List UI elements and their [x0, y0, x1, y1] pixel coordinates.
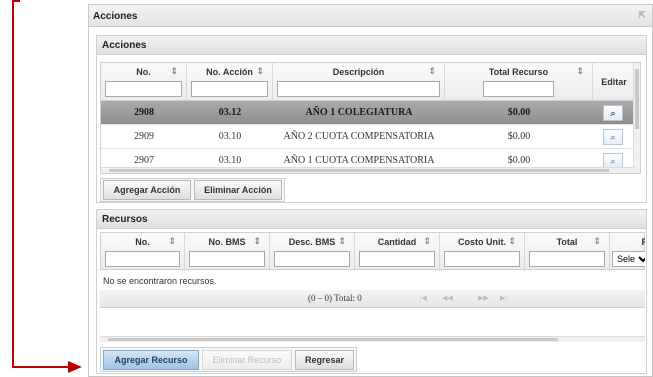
filter-input-no[interactable]	[105, 81, 182, 97]
filter-input-costo-unit[interactable]	[444, 251, 520, 267]
column-header-no-bms[interactable]: No. BMS ⇕	[185, 233, 270, 271]
sort-icon[interactable]: ⇕	[253, 236, 261, 247]
eliminar-recurso-button[interactable]: Eliminar Recurso	[202, 350, 292, 370]
acciones-table: No. ⇕ No. Acción ⇕ Descripción ⇕ Total R…	[100, 62, 641, 174]
scrollbar-thumb[interactable]	[109, 169, 609, 172]
agregar-accion-button[interactable]: Agregar Acción	[103, 180, 191, 200]
acciones-vertical-scrollbar[interactable]	[633, 63, 640, 173]
sort-icon[interactable]: ⇕	[168, 236, 176, 247]
column-header-descripcion[interactable]: Descripción ⇕	[273, 63, 445, 101]
table-row[interactable]: 2909 03.10 AÑO 2 CUOTA COMPENSATORIA $0.…	[101, 125, 635, 149]
empty-message: No se encontraron recursos.	[103, 276, 217, 286]
column-header-total[interactable]: Total ⇕	[525, 233, 610, 271]
recursos-table-header: No. ⇕ No. BMS ⇕ Desc. BMS ⇕ Cantidad ⇕ C…	[100, 232, 645, 271]
scrollbar-thumb[interactable]	[635, 69, 639, 129]
acciones-horizontal-scrollbar[interactable]	[101, 167, 635, 173]
eliminar-accion-button[interactable]: Eliminar Acción	[194, 180, 282, 200]
acciones-table-header: No. ⇕ No. Acción ⇕ Descripción ⇕ Total R…	[101, 63, 635, 101]
acciones-panel: Acciones No. ⇕ No. Acción ⇕ Descripción …	[96, 35, 647, 203]
paginator-text: (0 – 0) Total: 0	[308, 293, 362, 303]
recursos-panel: Recursos No. ⇕ No. BMS ⇕ Desc. BMS ⇕ Can…	[96, 209, 647, 374]
outer-panel-header: Acciones ⇱	[89, 5, 652, 27]
acciones-panel-header: Acciones	[97, 36, 646, 55]
recursos-table: No. ⇕ No. BMS ⇕ Desc. BMS ⇕ Cantidad ⇕ C…	[100, 232, 645, 344]
column-header-costo-unit[interactable]: Costo Unit. ⇕	[440, 233, 525, 271]
collapse-toggle-icon[interactable]: ⇱	[638, 10, 646, 21]
sort-icon[interactable]: ⇕	[256, 66, 264, 77]
paginator: (0 – 0) Total: 0 |◀ ◀◀ ▶▶ ▶|	[100, 290, 645, 308]
sort-icon[interactable]: ⇕	[423, 236, 431, 247]
recursos-panel-header: Recursos	[97, 210, 646, 229]
filter-input-descripcion[interactable]	[277, 81, 440, 97]
sort-icon[interactable]: ⇕	[576, 66, 584, 77]
sort-icon[interactable]: ⇕	[593, 236, 601, 247]
outer-panel-title: Acciones	[93, 11, 138, 22]
edit-search-icon[interactable]: ⌕	[603, 105, 623, 121]
edit-search-icon[interactable]: ⌕	[603, 129, 623, 145]
filter-input-desc-bms[interactable]	[274, 251, 350, 267]
sort-icon[interactable]: ⇕	[338, 236, 346, 247]
next-page-icon[interactable]: ▶▶	[478, 294, 489, 302]
filter-input-no-bms[interactable]	[189, 251, 265, 267]
filter-input-cantidad[interactable]	[359, 251, 435, 267]
filter-input-total[interactable]	[529, 251, 605, 267]
column-header-r: R Selec	[610, 233, 645, 271]
recursos-button-group: Agregar Recurso Eliminar Recurso Regresa…	[100, 347, 357, 372]
column-header-no[interactable]: No. ⇕	[101, 63, 187, 101]
sort-icon[interactable]: ⇕	[170, 66, 178, 77]
annotation-line-vertical	[12, 0, 14, 368]
column-header-no-accion[interactable]: No. Acción ⇕	[187, 63, 273, 101]
prev-page-icon[interactable]: ◀◀	[442, 294, 453, 302]
first-page-icon[interactable]: |◀	[420, 294, 427, 302]
column-header-total-recurso[interactable]: Total Recurso ⇕	[445, 63, 593, 101]
last-page-icon[interactable]: ▶|	[500, 294, 507, 302]
annotation-arrow-icon	[68, 361, 82, 373]
filter-select[interactable]: Selec	[612, 251, 645, 267]
filter-input-total-recurso[interactable]	[483, 81, 554, 97]
regresar-button[interactable]: Regresar	[295, 350, 354, 370]
column-header-editar: Editar	[601, 77, 627, 87]
filter-input-no-accion[interactable]	[191, 81, 268, 97]
column-header-no[interactable]: No. ⇕	[101, 233, 185, 271]
acciones-outer-panel: Acciones ⇱ Acciones No. ⇕ No. Acción ⇕ D…	[88, 4, 653, 377]
scrollbar-thumb[interactable]	[108, 338, 558, 341]
column-header-desc-bms[interactable]: Desc. BMS ⇕	[270, 233, 355, 271]
column-header-cantidad[interactable]: Cantidad ⇕	[355, 233, 440, 271]
filter-input-no[interactable]	[105, 251, 180, 267]
sort-icon[interactable]: ⇕	[508, 236, 516, 247]
annotation-line-horizontal	[12, 366, 72, 368]
recursos-horizontal-scrollbar[interactable]	[100, 336, 645, 342]
table-row[interactable]: 2908 03.12 AÑO 1 COLEGIATURA $0.00 ⌕	[101, 101, 635, 125]
acciones-button-group: Agregar Acción Eliminar Acción	[100, 178, 285, 202]
sort-icon[interactable]: ⇕	[428, 66, 436, 77]
agregar-recurso-button[interactable]: Agregar Recurso	[103, 350, 199, 370]
